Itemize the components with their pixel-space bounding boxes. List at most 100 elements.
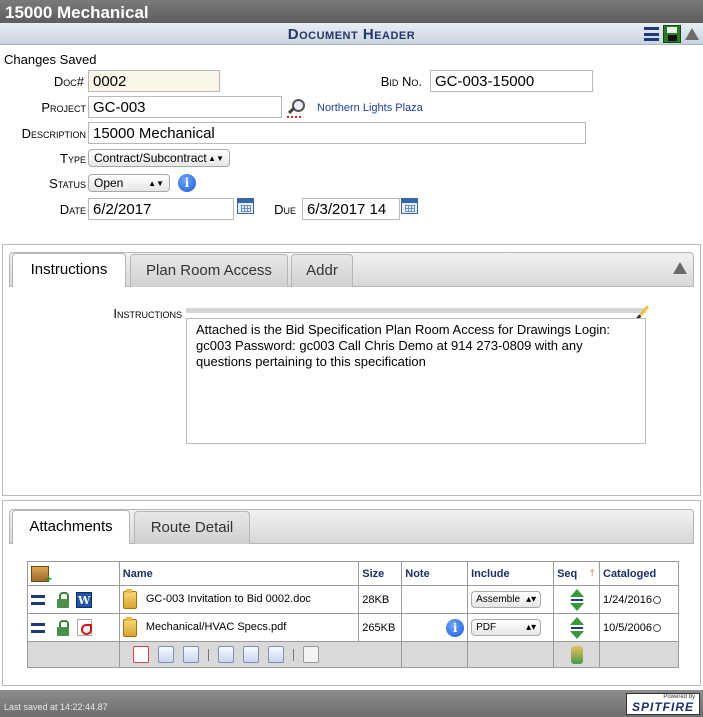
attachment-note bbox=[401, 585, 469, 614]
last-saved-text: Last saved at 14:22:44.87 bbox=[4, 702, 108, 712]
lookup-indicator bbox=[287, 116, 301, 118]
attachment-name[interactable]: GC-003 Invitation to Bid 0002.doc bbox=[146, 593, 311, 605]
table-header-row: Name Size Note Include Seq ⇡ Cataloged bbox=[27, 561, 679, 586]
column-header-size[interactable]: Size bbox=[358, 561, 403, 586]
scan-icon[interactable] bbox=[182, 646, 199, 663]
clock-icon bbox=[652, 595, 661, 604]
date-field[interactable]: 6/2/2017 bbox=[88, 198, 234, 220]
project-label: Project bbox=[41, 100, 86, 115]
include-select[interactable]: PDF ▴▾ bbox=[471, 619, 542, 636]
tab-instructions[interactable]: Instructions bbox=[12, 253, 126, 287]
include-cell: PDF ▴▾ bbox=[467, 613, 555, 642]
drag-handle-icon[interactable] bbox=[31, 622, 45, 633]
lock-icon[interactable] bbox=[56, 619, 70, 636]
bid-no-field[interactable]: GC-003-15000 bbox=[430, 70, 593, 92]
collapse-icon[interactable] bbox=[685, 28, 699, 40]
add-box-icon[interactable] bbox=[31, 565, 52, 586]
cataloged-date: 10/5/2006 bbox=[603, 621, 652, 634]
tab-plan-room-access[interactable]: Plan Room Access bbox=[130, 254, 288, 287]
info-icon[interactable]: i bbox=[446, 618, 465, 637]
column-header-seq[interactable]: Seq ⇡ bbox=[553, 561, 600, 586]
pdf-icon[interactable] bbox=[77, 619, 93, 636]
tab-attachments[interactable]: Attachments bbox=[12, 510, 130, 544]
column-header-cataloged[interactable]: Cataloged bbox=[599, 561, 679, 586]
instructions-tabstrip: Instructions Plan Room Access Addr bbox=[9, 252, 694, 287]
type-select[interactable]: Contract/Subcontract ▲▼ bbox=[88, 149, 230, 167]
attachment-name[interactable]: Mechanical/HVAC Specs.pdf bbox=[146, 621, 286, 633]
resequence-icon[interactable] bbox=[570, 645, 583, 664]
info-icon[interactable]: i bbox=[178, 174, 196, 192]
description-field[interactable]: 15000 Mechanical bbox=[88, 122, 586, 144]
status-message: Changes Saved bbox=[4, 52, 97, 67]
status-select-value: Open bbox=[94, 176, 124, 190]
project-field[interactable]: GC-003 bbox=[88, 96, 282, 118]
status-select[interactable]: Open ▲▼ bbox=[88, 174, 170, 192]
folder-icon bbox=[122, 588, 137, 609]
email-icon[interactable] bbox=[303, 646, 320, 663]
include-select[interactable]: Assemble ▴▾ bbox=[471, 591, 542, 608]
search-icon[interactable] bbox=[287, 98, 305, 116]
column-header-name[interactable]: Name bbox=[118, 561, 360, 586]
row-actions bbox=[27, 613, 120, 642]
clock-icon bbox=[652, 623, 661, 632]
type-select-value: Contract/Subcontract bbox=[94, 151, 207, 165]
brand-name: SPITFIRE bbox=[631, 700, 694, 714]
add-page-icon[interactable] bbox=[157, 646, 174, 663]
instructions-textarea[interactable]: Attached is the Bid Specification Plan R… bbox=[186, 318, 646, 444]
tab-addr[interactable]: Addr bbox=[291, 254, 353, 287]
attachment-name-cell[interactable]: Mechanical/HVAC Specs.pdf bbox=[118, 613, 360, 642]
toolbar-tools bbox=[118, 641, 403, 668]
attachments-table: Name Size Note Include Seq ⇡ Cataloged W … bbox=[27, 561, 679, 668]
instructions-label: Instructions bbox=[113, 306, 182, 321]
add-attachment-cell bbox=[27, 561, 120, 586]
chevron-updown-icon: ▴▾ bbox=[526, 594, 537, 605]
document-header-bar: Document Header bbox=[0, 23, 703, 45]
save-icon[interactable] bbox=[663, 25, 681, 43]
seq-tool-cell bbox=[553, 641, 600, 668]
project-name-link[interactable]: Northern Lights Plaza bbox=[317, 102, 423, 114]
status-label: Status bbox=[49, 176, 86, 191]
include-cell: Assemble ▴▾ bbox=[467, 585, 555, 614]
calendar-icon[interactable] bbox=[401, 198, 418, 214]
seq-cell bbox=[553, 613, 600, 642]
brand-logo: Powered by SPITFIRE bbox=[626, 693, 700, 715]
lock-icon[interactable] bbox=[56, 591, 70, 608]
doc-label: Doc# bbox=[53, 74, 84, 89]
window-title: 15000 Mechanical bbox=[0, 0, 703, 24]
seq-cell bbox=[553, 585, 600, 614]
description-label: Description bbox=[21, 126, 86, 141]
attachment-name-cell[interactable]: GC-003 Invitation to Bid 0002.doc bbox=[118, 585, 360, 614]
seq-label: Seq bbox=[557, 567, 578, 580]
toolbar-spacer bbox=[27, 641, 120, 668]
date-label: Date bbox=[59, 202, 86, 217]
due-field[interactable]: 6/3/2017 14 bbox=[302, 198, 400, 220]
text-add-icon[interactable] bbox=[243, 646, 260, 663]
search-document-icon[interactable] bbox=[268, 646, 285, 663]
type-label: Type bbox=[60, 151, 86, 166]
reorder-icon[interactable] bbox=[569, 588, 584, 611]
cataloged-cell: 10/5/2006 bbox=[599, 613, 679, 642]
column-header-note[interactable]: Note bbox=[401, 561, 469, 586]
attachment-size: 28KB bbox=[358, 585, 403, 614]
column-header-include[interactable]: Include bbox=[467, 561, 555, 586]
attachment-note: i bbox=[401, 613, 469, 642]
attachments-tabstrip: Attachments Route Detail bbox=[9, 509, 694, 544]
table-row[interactable]: Mechanical/HVAC Specs.pdf 265KB i PDF ▴▾ … bbox=[27, 613, 679, 642]
scanner-add-icon[interactable] bbox=[218, 646, 235, 663]
chevron-updown-icon: ▲▼ bbox=[208, 153, 224, 163]
toolbar-spacer bbox=[467, 641, 555, 668]
menu-icon[interactable] bbox=[644, 27, 659, 41]
toolbar-separator bbox=[293, 648, 295, 661]
toolbar-separator bbox=[207, 648, 209, 661]
collapse-icon[interactable] bbox=[673, 262, 687, 274]
table-toolbar-row bbox=[27, 641, 679, 668]
tab-route-detail[interactable]: Route Detail bbox=[134, 511, 250, 544]
include-select-value: PDF bbox=[476, 622, 497, 633]
bid-no-label: Bid No. bbox=[380, 74, 422, 89]
table-row[interactable]: W GC-003 Invitation to Bid 0002.doc 28KB… bbox=[27, 585, 679, 614]
new-document-icon[interactable] bbox=[132, 646, 149, 663]
doc-number-field: 0002 bbox=[88, 70, 220, 92]
drag-handle-icon[interactable] bbox=[31, 594, 45, 605]
word-doc-icon[interactable]: W bbox=[76, 591, 93, 608]
reorder-icon[interactable] bbox=[569, 616, 584, 639]
